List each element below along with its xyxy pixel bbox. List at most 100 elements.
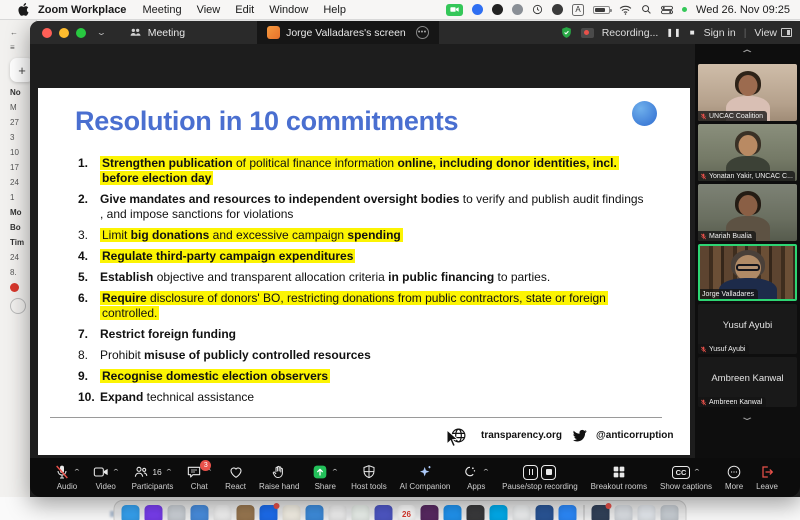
menubar-app-name[interactable]: Zoom Workplace [38,4,126,16]
participant-tile[interactable]: Yusuf AyubiYusuf Ayubi [698,304,797,354]
keyboard-layout-icon[interactable]: A [572,4,584,16]
background-window-item[interactable]: 17 [10,163,19,172]
background-window-item[interactable]: ≡ [10,43,15,52]
status-gray-app-icon[interactable] [512,4,523,15]
wifi-icon[interactable] [619,5,632,15]
close-window-button[interactable] [42,28,52,38]
dock-icon-settings[interactable] [191,505,209,520]
chat-button[interactable]: ⌃3Chat [186,464,212,491]
tab-meeting[interactable]: Meeting [119,21,195,44]
dock-icon-skype[interactable] [490,505,508,520]
audio-button[interactable]: ⌃Audio [54,464,80,491]
chevron-up-icon[interactable]: ⌃ [73,468,82,476]
apple-menu-icon[interactable] [16,3,30,16]
share-button[interactable]: ⌃Share [312,464,338,491]
background-window-item[interactable]: 24 [10,253,19,262]
tab-options-icon[interactable]: ••• [416,26,429,39]
dock-icon-word[interactable] [536,505,554,520]
chevron-up-icon[interactable]: ⌃ [111,468,120,476]
menubar-item-view[interactable]: View [197,4,221,16]
status-d-app-icon[interactable] [552,4,563,15]
participant-nametag: Jorge Valladares [700,289,758,299]
background-window-item[interactable]: 10 [10,148,19,157]
dock-icon-photos[interactable] [214,505,232,520]
scroll-up-icon[interactable]: ⌃ [739,50,756,60]
stop-recording-icon[interactable]: ■ [690,28,696,37]
background-window-item[interactable]: 3 [10,133,14,142]
chevron-up-icon[interactable]: ⌃ [331,468,340,476]
menubar-clock[interactable]: Wed 26. Nov 09:25 [696,4,790,16]
dock-icon-trash[interactable] [661,505,679,520]
view-button[interactable]: View [754,27,792,39]
dock-icon-downloads[interactable] [638,505,656,520]
sign-in-link[interactable]: Sign in [704,27,736,39]
dock-icon-slack[interactable] [421,505,439,520]
participant-tile[interactable]: Mariah Bualia [698,184,797,241]
security-shield-icon[interactable] [560,26,573,39]
more-button[interactable]: More [725,464,743,491]
react-button[interactable]: React [225,464,246,491]
pause-stop-button[interactable]: Pause/stop recording [502,464,578,491]
host-tools-button[interactable]: Host tools [351,464,387,491]
dock-icon-keynote[interactable] [329,505,347,520]
raise-hand-button[interactable]: Raise hand [259,464,299,491]
background-window-item[interactable]: ← [10,28,18,37]
chevron-up-icon[interactable]: ⌃ [482,468,491,476]
dock-icon-teams[interactable] [375,505,393,520]
chevron-up-icon[interactable]: ⌃ [164,468,173,476]
window-traffic-lights[interactable] [42,28,86,38]
menubar-item-edit[interactable]: Edit [235,4,254,16]
menubar-item-help[interactable]: Help [323,4,346,16]
dock-icon-app-store[interactable] [444,505,462,520]
dock-icon-chrome[interactable] [513,505,531,520]
stop-icon[interactable] [541,465,556,480]
pause-icon[interactable] [523,465,538,480]
control-center-icon[interactable] [661,5,673,15]
dock-icon-calendar[interactable]: 26 [398,505,416,520]
participant-tile[interactable]: UNCAC Coalition [698,64,797,121]
video-button[interactable]: ⌃Video [93,464,119,491]
dock-icon-siri[interactable] [145,505,163,520]
dock-icon-numbers[interactable] [352,505,370,520]
background-window-item[interactable]: 24 [10,178,19,187]
background-window-item[interactable]: 27 [10,118,19,127]
menubar-item-meeting[interactable]: Meeting [142,4,181,16]
dock-icon-mail[interactable] [260,505,278,520]
chevron-up-icon[interactable]: ⌃ [693,468,702,476]
pause-recording-icon[interactable]: ❚❚ [666,28,681,37]
dock-icon-pages[interactable] [306,505,324,520]
leave-button[interactable]: Leave [756,464,778,491]
tab-shared-screen[interactable]: Jorge Valladares's screen ••• [257,21,439,44]
participant-tile[interactable]: Yonatan Yakir, UNCAC C... [698,124,797,181]
dock-icon-finder[interactable] [122,505,140,520]
dock-icon-notes[interactable] [283,505,301,520]
background-window-item [10,283,19,292]
scroll-down-icon[interactable]: ⌄ [739,413,756,423]
zoom-window-button[interactable] [76,28,86,38]
ai-companion-button[interactable]: AI Companion [400,464,451,491]
dock-icon-camera-app[interactable] [467,505,485,520]
status-dark-app-icon[interactable] [492,4,503,15]
dock-icon-launchpad[interactable] [168,505,186,520]
participant-tile[interactable]: Ambreen KanwalAmbreen Kanwal [698,357,797,407]
background-window-item[interactable]: 1 [10,193,14,202]
screen-share-indicator-icon[interactable] [446,4,463,16]
participants-button[interactable]: 16⌃Participants [132,464,174,491]
dock-icon-folder-app[interactable] [237,505,255,520]
participant-tile[interactable]: Jorge Valladares [698,244,797,301]
spotlight-search-icon[interactable] [641,4,652,15]
battery-icon[interactable] [593,6,610,14]
chevron-down-icon[interactable]: ⌄ [96,28,107,37]
breakout-button[interactable]: Breakout rooms [591,464,647,491]
minimize-window-button[interactable] [59,28,69,38]
dock-icon-zoom[interactable] [559,505,577,520]
dock-icon-onepassword[interactable] [592,505,610,520]
menubar-item-window[interactable]: Window [269,4,308,16]
participant-nametag: Yusuf Ayubi [698,344,749,354]
apps-button[interactable]: ⌃Apps [463,464,489,491]
dock-icon-preview[interactable] [615,505,633,520]
item-text: Give mandates and resources to independe… [100,192,650,222]
captions-button[interactable]: CC⌃Show captions [660,464,712,491]
clock-app-icon[interactable] [532,4,543,15]
status-blue-app-icon[interactable] [472,4,483,15]
